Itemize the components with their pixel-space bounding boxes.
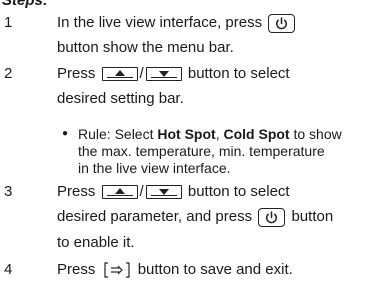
- step-1-line-1: In the live view interface, press: [57, 13, 297, 33]
- step-text: button show the menu bar.: [57, 39, 234, 56]
- step-number: 3: [4, 183, 13, 200]
- separator: /: [139, 65, 144, 82]
- step-4-line-1: Press button to save and exit.: [57, 260, 293, 280]
- step-2-line-1: Press / button to select: [57, 64, 290, 84]
- step-text: button to save and exit.: [137, 261, 293, 278]
- hot-spot-label: Hot Spot: [157, 126, 216, 142]
- step-number: 1: [4, 14, 13, 31]
- power-button-icon: [268, 13, 296, 33]
- step-text: Press: [57, 65, 96, 82]
- power-button-icon: [258, 207, 286, 227]
- steps-heading: Steps:: [2, 0, 48, 9]
- step-number: 4: [4, 261, 13, 278]
- rule-text: to show: [293, 126, 342, 142]
- step-text: Press: [57, 261, 96, 278]
- step-3-line-1: Press / button to select: [57, 182, 290, 202]
- step-text: to enable it.: [57, 234, 135, 251]
- step-text: desired setting bar.: [57, 90, 184, 107]
- up-arrow-button-icon: [101, 185, 138, 200]
- step-text: Press: [57, 183, 96, 200]
- rule-text: in the live view interface.: [78, 160, 231, 176]
- cold-spot-label: Cold Spot: [223, 126, 290, 142]
- back-exit-icon: [102, 261, 132, 279]
- step-number: 2: [4, 65, 13, 82]
- down-arrow-button-icon: [145, 185, 182, 200]
- step-text: desired parameter, and press: [57, 208, 253, 225]
- rule-comma: ,: [215, 126, 220, 142]
- rule-line-1: Rule: Select Hot Spot, Cold Spot to show: [78, 126, 342, 142]
- up-arrow-button-icon: [101, 67, 138, 82]
- step-text: In the live view interface, press: [57, 14, 263, 31]
- step-3-line-2: desired parameter, and press button: [57, 207, 333, 227]
- bullet-icon: ●: [62, 128, 69, 139]
- step-text: button: [291, 208, 334, 225]
- down-arrow-button-icon: [145, 67, 182, 82]
- step-text: button to select: [187, 65, 290, 82]
- separator: /: [139, 183, 144, 200]
- rule-text: Rule: Select: [78, 126, 154, 142]
- rule-text: the max. temperature, min. temperature: [78, 143, 325, 159]
- step-text: button to select: [187, 183, 290, 200]
